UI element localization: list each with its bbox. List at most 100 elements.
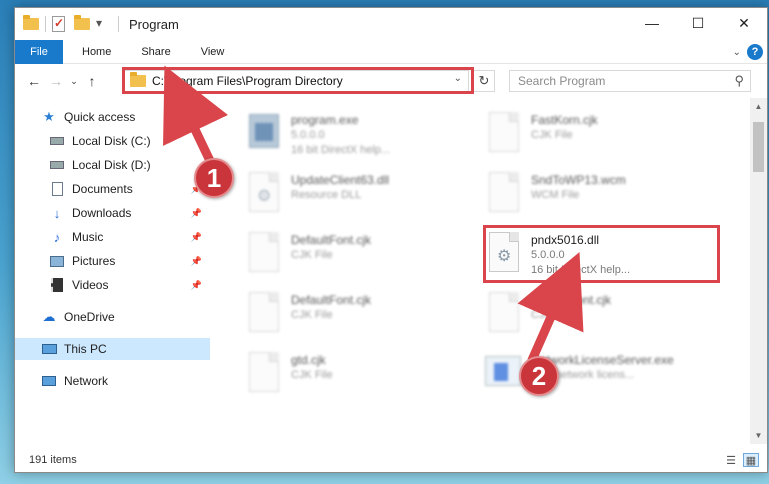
pictures-icon [49, 253, 65, 269]
explorer-window: ▾ Program — ☐ ✕ File Home Share View ⌄ ?… [14, 7, 768, 473]
navigation-pane: ★ Quick access Local Disk (C:) Local Dis… [15, 104, 210, 444]
sidebar-item-onedrive[interactable]: ☁ OneDrive [15, 306, 210, 328]
sidebar-item-label: Quick access [64, 110, 136, 124]
file-item[interactable]: gtd.cjk CJK File [243, 350, 473, 408]
onedrive-icon: ☁ [42, 309, 56, 324]
new-folder-icon[interactable] [74, 15, 90, 32]
pin-icon[interactable]: 📌 [191, 232, 202, 243]
file-item[interactable]: DefaultFont.cjk CJK File [243, 230, 473, 288]
search-icon: ⚲ [734, 73, 744, 88]
sidebar-item-local-disk-c[interactable]: Local Disk (C:) [15, 130, 210, 152]
window-controls: — ☐ ✕ [629, 8, 767, 38]
search-box[interactable]: ⚲ [509, 70, 751, 92]
sidebar-item-pictures[interactable]: Pictures 📌 [15, 250, 210, 272]
file-item-highlighted[interactable]: ⚙ pndx5016.dll 5.0.0.0 16 bit DirectX he… [483, 230, 713, 288]
file-description: 16 bit DirectX help... [291, 144, 391, 156]
address-dropdown-icon[interactable]: ⌄ [454, 73, 462, 84]
scroll-thumb[interactable] [753, 122, 764, 172]
tab-view[interactable]: View [186, 40, 240, 64]
file-version: 5.0.0.0 [291, 129, 325, 141]
file-item[interactable]: program.exe 5.0.0.0 16 bit DirectX help.… [243, 110, 473, 168]
forward-button[interactable]: → [45, 70, 67, 92]
window-title: Program [129, 16, 179, 32]
pin-icon[interactable]: 📌 [191, 256, 202, 267]
file-item[interactable]: DefaultFont.cjk CJK File [243, 290, 473, 348]
vertical-scrollbar[interactable]: ▲ ▼ [750, 98, 767, 444]
sidebar-item-downloads[interactable]: ↓ Downloads 📌 [15, 202, 210, 224]
close-button[interactable]: ✕ [721, 8, 767, 38]
up-button[interactable]: ↑ [81, 70, 103, 92]
sidebar-item-label: Downloads [72, 206, 132, 220]
recent-locations-button[interactable]: ⌄ [67, 70, 81, 92]
pin-icon[interactable]: 📌 [191, 280, 202, 291]
file-icon [243, 350, 283, 398]
file-type: CJK File [531, 129, 573, 141]
sidebar-item-network[interactable]: Network [15, 370, 210, 392]
folder-icon [130, 72, 146, 89]
file-type: CJK File [531, 309, 573, 321]
file-name: DefaultFont.cjk [291, 233, 372, 247]
sidebar-item-local-disk-d[interactable]: Local Disk (D:) [15, 154, 210, 176]
file-icon [483, 290, 523, 338]
toolbar-divider [118, 16, 119, 32]
sidebar-item-videos[interactable]: Videos 📌 [15, 274, 210, 296]
drive-icon [49, 157, 65, 173]
file-icon [483, 110, 523, 158]
videos-icon [49, 277, 65, 293]
file-item[interactable]: ⚙ UpdateClient63.dll Resource DLL [243, 170, 473, 228]
file-item[interactable]: NetworkLicenseServer.exe 3DY network lic… [483, 350, 713, 408]
scroll-down-icon[interactable]: ▼ [750, 427, 767, 444]
tab-home[interactable]: Home [67, 40, 126, 64]
sidebar-item-music[interactable]: ♪ Music 📌 [15, 226, 210, 248]
file-name: SndToWP13.wcm [531, 173, 626, 187]
sidebar-item-label: Pictures [72, 254, 116, 268]
toolbar-divider [45, 16, 46, 32]
address-path: C:\Program Files\Program Directory [152, 74, 343, 88]
file-icon [243, 290, 283, 338]
help-icon[interactable]: ? [747, 44, 763, 60]
sidebar-item-label: OneDrive [64, 310, 115, 324]
tab-share[interactable]: Share [126, 40, 185, 64]
large-icons-view-icon[interactable]: ▦ [743, 453, 759, 467]
navigation-bar: ← → ⌄ ↑ C:\Program Files\Program Directo… [15, 64, 767, 98]
scroll-up-icon[interactable]: ▲ [750, 98, 767, 115]
sidebar-item-label: This PC [64, 342, 107, 356]
details-view-icon[interactable]: ☰ [723, 453, 739, 467]
minimize-button[interactable]: — [629, 8, 675, 38]
pc-icon [41, 341, 57, 357]
pin-icon[interactable]: 📌 [191, 208, 202, 219]
sidebar-item-documents[interactable]: Documents 📌 [15, 178, 210, 200]
properties-icon[interactable] [52, 16, 68, 32]
file-list: program.exe 5.0.0.0 16 bit DirectX help.… [225, 104, 745, 444]
file-name: program.exe [291, 113, 359, 127]
music-icon: ♪ [53, 229, 61, 245]
sidebar-item-quick-access[interactable]: ★ Quick access [15, 106, 210, 128]
search-input[interactable] [518, 74, 718, 88]
customize-toolbar-icon[interactable]: ▾ [96, 16, 112, 32]
file-name: pndx5016.dll [531, 233, 600, 247]
address-bar[interactable]: C:\Program Files\Program Directory ⌄ [123, 70, 469, 92]
file-type: CJK File [291, 369, 333, 381]
documents-icon [49, 181, 65, 197]
refresh-button[interactable]: ↻ [473, 70, 495, 92]
sidebar-item-label: Documents [72, 182, 133, 196]
file-item[interactable]: FastKorn.cjk CJK File [483, 110, 713, 168]
file-item[interactable]: SndToWP13.wcm WCM File [483, 170, 713, 228]
sidebar-item-label: Videos [72, 278, 109, 292]
network-exe-icon [483, 350, 523, 398]
status-bar: 191 items ☰ ▦ [15, 448, 767, 472]
tab-file[interactable]: File [15, 39, 63, 64]
star-icon: ★ [43, 109, 55, 124]
back-button[interactable]: ← [23, 70, 45, 92]
folder-icon [23, 15, 39, 32]
sidebar-item-label: Local Disk (D:) [72, 158, 151, 172]
item-count: 191 items [29, 454, 77, 466]
step-1-badge: 1 [194, 158, 234, 198]
file-item[interactable]: DefaultFont.cjk CJK File [483, 290, 713, 348]
dll-icon: ⚙ [483, 230, 523, 278]
file-description: 16 bit DirectX help... [531, 264, 631, 276]
file-icon [483, 170, 523, 218]
sidebar-item-this-pc[interactable]: This PC [15, 338, 210, 360]
expand-ribbon-icon[interactable]: ⌄ [733, 47, 741, 58]
maximize-button[interactable]: ☐ [675, 8, 721, 38]
